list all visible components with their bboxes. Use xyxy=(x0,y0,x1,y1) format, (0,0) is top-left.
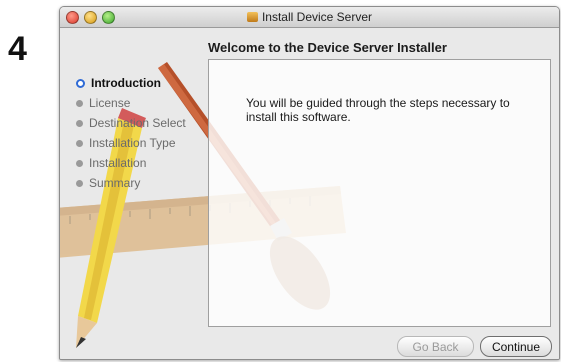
window-title-container: Install Device Server xyxy=(60,10,559,24)
step-label: Installation Type xyxy=(89,136,176,150)
step-introduction: Introduction xyxy=(76,73,186,93)
continue-button[interactable]: Continue xyxy=(480,336,552,357)
step-license: License xyxy=(76,93,186,113)
step-dot-icon xyxy=(76,179,83,187)
active-step-icon xyxy=(76,78,85,88)
step-label: Introduction xyxy=(91,76,161,90)
package-icon xyxy=(246,12,258,22)
step-summary: Summary xyxy=(76,173,186,193)
step-dot-icon xyxy=(76,139,83,147)
step-label: Summary xyxy=(89,176,141,190)
step-number: 4 xyxy=(8,30,27,68)
step-dot-icon xyxy=(76,159,83,167)
title-bar[interactable]: Install Device Server xyxy=(60,7,559,28)
step-list: Introduction License Destination Select … xyxy=(76,73,186,193)
installer-content: Welcome to the Device Server Installer I… xyxy=(60,28,559,359)
page-heading: Welcome to the Device Server Installer xyxy=(208,40,447,55)
welcome-message: You will be guided through the steps nec… xyxy=(246,96,510,124)
step-dot-icon xyxy=(76,119,83,127)
step-installation: Installation xyxy=(76,153,186,173)
content-panel: You will be guided through the steps nec… xyxy=(208,59,551,327)
step-label: License xyxy=(89,96,131,110)
step-dot-icon xyxy=(76,99,83,107)
step-destination-select: Destination Select xyxy=(76,113,186,133)
step-label: Destination Select xyxy=(89,116,186,130)
step-label: Installation xyxy=(89,156,147,170)
go-back-button[interactable]: Go Back xyxy=(397,336,474,357)
installer-window: Install Device Server Welcome to the Dev… xyxy=(59,6,560,360)
window-title: Install Device Server xyxy=(261,10,373,24)
step-installation-type: Installation Type xyxy=(76,133,186,153)
